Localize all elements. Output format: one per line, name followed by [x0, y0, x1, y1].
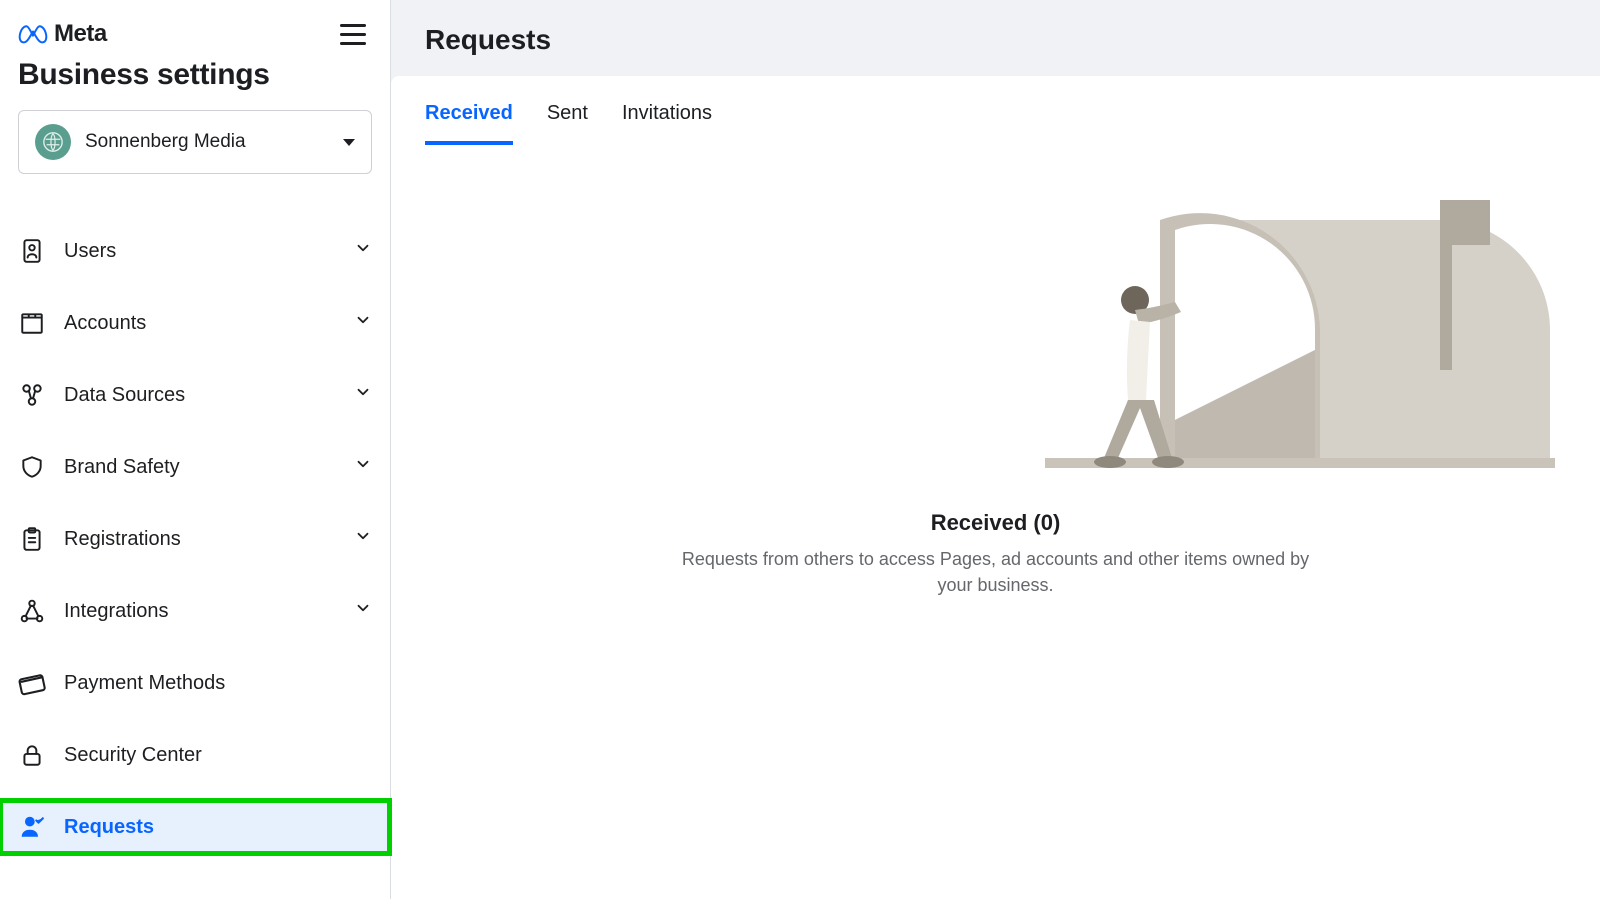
lock-icon — [18, 741, 46, 769]
tab-sent[interactable]: Sent — [547, 102, 588, 145]
sidebar-item-label: Integrations — [64, 600, 169, 623]
sidebar-item-label: Security Center — [64, 744, 202, 767]
shield-icon — [18, 453, 46, 481]
sidebar-item-label: Accounts — [64, 312, 146, 335]
account-name: Sonnenberg Media — [85, 131, 246, 153]
sidebar-item-label: Data Sources — [64, 384, 185, 407]
data-sources-icon — [18, 381, 46, 409]
account-picker[interactable]: Sonnenberg Media — [18, 110, 372, 174]
tabs: Received Sent Invitations — [391, 102, 1600, 146]
sidebar-item-data-sources[interactable]: Data Sources — [0, 368, 390, 422]
sidebar: Meta Business settings Sonnenberg Media — [0, 0, 391, 899]
tab-invitations[interactable]: Invitations — [622, 102, 712, 145]
sidebar-item-integrations[interactable]: Integrations — [0, 584, 390, 638]
caret-down-icon — [343, 139, 355, 146]
empty-state-title: Received (0) — [931, 510, 1061, 536]
sidebar-item-label: Users — [64, 240, 116, 263]
account-avatar-icon — [35, 124, 71, 160]
sidebar-nav: Users Accounts — [0, 224, 390, 872]
chevron-down-icon — [354, 599, 372, 623]
meta-logo-icon — [18, 24, 48, 44]
card-icon — [18, 669, 46, 697]
tab-received[interactable]: Received — [425, 102, 513, 145]
chevron-down-icon — [354, 527, 372, 551]
sidebar-item-label: Requests — [64, 816, 154, 839]
sidebar-item-users[interactable]: Users — [0, 224, 390, 278]
empty-state: Received (0) Requests from others to acc… — [391, 146, 1600, 638]
sidebar-item-label: Brand Safety — [64, 456, 180, 479]
sidebar-item-security-center[interactable]: Security Center — [0, 728, 390, 782]
users-icon — [18, 237, 46, 265]
sidebar-item-label: Registrations — [64, 528, 181, 551]
empty-state-subtitle: Requests from others to access Pages, ad… — [676, 546, 1316, 598]
accounts-icon — [18, 309, 46, 337]
sidebar-title: Business settings — [18, 58, 372, 92]
chevron-down-icon — [354, 239, 372, 263]
sidebar-item-requests[interactable]: Requests — [0, 800, 390, 854]
sidebar-item-brand-safety[interactable]: Brand Safety — [0, 440, 390, 494]
sidebar-item-payment-methods[interactable]: Payment Methods — [0, 656, 390, 710]
sidebar-item-registrations[interactable]: Registrations — [0, 512, 390, 566]
chevron-down-icon — [354, 311, 372, 335]
person-check-icon — [18, 813, 46, 841]
meta-logo-text: Meta — [54, 20, 107, 48]
main-content: Requests Received Sent Invitations — [391, 0, 1600, 899]
content-card: Received Sent Invitations — [391, 76, 1600, 899]
empty-mailbox-illustration — [1040, 170, 1560, 470]
sidebar-item-accounts[interactable]: Accounts — [0, 296, 390, 350]
page-header: Requests — [391, 24, 1600, 76]
clipboard-icon — [18, 525, 46, 553]
integrations-icon — [18, 597, 46, 625]
meta-logo[interactable]: Meta — [18, 20, 107, 48]
chevron-down-icon — [354, 455, 372, 479]
sidebar-item-label: Payment Methods — [64, 672, 225, 695]
chevron-down-icon — [354, 383, 372, 407]
menu-icon[interactable] — [340, 18, 372, 50]
